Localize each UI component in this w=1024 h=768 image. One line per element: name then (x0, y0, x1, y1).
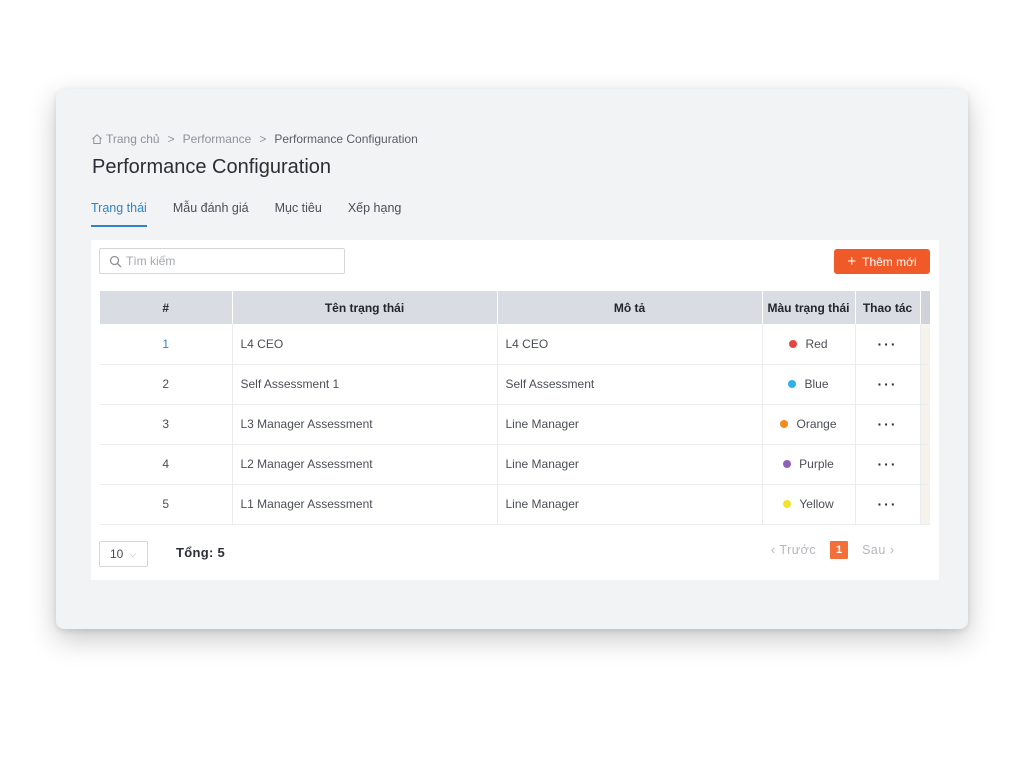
cell-desc: Line Manager (497, 444, 763, 485)
color-dot-icon (783, 459, 792, 468)
header-color[interactable]: Màu trạng thái (762, 291, 856, 324)
cell-desc: Line Manager (497, 404, 763, 445)
cell-color: Blue (762, 364, 856, 405)
chevron-right-icon: › (889, 543, 895, 557)
breadcrumb-current: Performance Configuration (274, 132, 418, 146)
app-window: Trang chủ > Performance > Performance Co… (56, 89, 968, 629)
home-icon[interactable] (91, 133, 103, 145)
search-box[interactable] (99, 248, 345, 274)
page-size-select[interactable]: 10 ⌵ (99, 541, 148, 567)
cell-desc: Line Manager (497, 484, 763, 525)
row-actions-button[interactable]: ··· (855, 484, 921, 525)
cell-name: Self Assessment 1 (232, 364, 498, 405)
color-label: Orange (796, 417, 837, 431)
row-actions-button[interactable]: ··· (855, 364, 921, 405)
row-actions-button[interactable]: ··· (855, 444, 921, 485)
table-row[interactable]: 1 L4 CEO L4 CEO Red ··· (100, 324, 930, 365)
cell-name: L3 Manager Assessment (232, 404, 498, 445)
tab-mau-danh-gia[interactable]: Mẫu đánh giá (173, 200, 249, 227)
table-scrollbar-gutter (920, 484, 930, 525)
table-scrollbar-gutter (920, 291, 930, 324)
header-num[interactable]: # (100, 291, 233, 324)
pagination: ‹ Trước 1 Sau › (771, 541, 894, 559)
color-label: Blue (804, 377, 829, 391)
total-count: Tổng: 5 (176, 545, 226, 560)
tab-xep-hang[interactable]: Xếp hạng (348, 200, 402, 227)
color-dot-icon (783, 499, 792, 508)
cell-color: Yellow (762, 484, 856, 525)
cell-num: 2 (100, 364, 233, 405)
cell-name: L2 Manager Assessment (232, 444, 498, 485)
cell-color: Orange (762, 404, 856, 445)
table-scrollbar-gutter (920, 444, 930, 485)
breadcrumb-separator: > (259, 132, 267, 146)
tab-bar: Trạng thái Mẫu đánh giá Mục tiêu Xếp hạn… (91, 200, 427, 227)
status-table: # Tên trạng thái Mô tả Màu trạng thái Th… (100, 291, 930, 525)
page-title: Performance Configuration (92, 156, 332, 178)
tab-trang-thai[interactable]: Trạng thái (91, 200, 147, 227)
header-action[interactable]: Thao tác (855, 291, 921, 324)
table-row[interactable]: 4 L2 Manager Assessment Line Manager Pur… (100, 444, 930, 485)
cell-desc: Self Assessment (497, 364, 763, 405)
color-dot-icon (788, 379, 797, 388)
breadcrumb-performance[interactable]: Performance (183, 132, 252, 146)
color-label: Red (805, 336, 828, 351)
breadcrumb: Trang chủ > Performance > Performance Co… (91, 132, 418, 146)
row-actions-button[interactable]: ··· (855, 404, 921, 445)
cell-desc: L4 CEO (497, 324, 763, 365)
plus-icon: + (847, 253, 857, 270)
search-icon (109, 255, 122, 267)
next-page-label: Sau (862, 543, 886, 557)
breadcrumb-separator: > (167, 132, 175, 146)
cell-num: 4 (100, 444, 233, 485)
row-actions-button[interactable]: ··· (855, 324, 921, 365)
page-size-value: 10 (110, 547, 124, 561)
header-desc[interactable]: Mô tả (497, 291, 763, 324)
cell-num: 1 (100, 324, 233, 365)
cell-color: Purple (762, 444, 856, 485)
table-row[interactable]: 5 L1 Manager Assessment Line Manager Yel… (100, 484, 930, 525)
table-scrollbar-gutter (920, 404, 930, 445)
prev-page-button[interactable]: ‹ Trước (771, 543, 816, 557)
color-label: Purple (799, 457, 834, 471)
next-page-button[interactable]: Sau › (862, 543, 894, 557)
table-scrollbar-gutter (920, 324, 930, 365)
color-dot-icon (789, 339, 798, 348)
table-scrollbar-gutter (920, 364, 930, 405)
add-new-button[interactable]: + Thêm mới (834, 249, 930, 274)
table-header-row: # Tên trạng thái Mô tả Màu trạng thái Th… (100, 291, 930, 324)
color-dot-icon (780, 419, 789, 428)
table-row[interactable]: 2 Self Assessment 1 Self Assessment Blue… (100, 364, 930, 405)
header-name[interactable]: Tên trạng thái (232, 291, 498, 324)
cell-name: L4 CEO (232, 324, 498, 365)
cell-num: 5 (100, 484, 233, 525)
cell-name: L1 Manager Assessment (232, 484, 498, 525)
cell-num: 3 (100, 404, 233, 445)
breadcrumb-home[interactable]: Trang chủ (106, 132, 160, 146)
content-panel: + Thêm mới # Tên trạng thái Mô tả Màu tr… (91, 240, 939, 580)
chevron-left-icon: ‹ (771, 543, 776, 557)
cell-color: Red (762, 324, 856, 365)
chevron-down-icon: ⌵ (129, 548, 137, 559)
color-label: Yellow (799, 497, 834, 511)
tab-muc-tieu[interactable]: Mục tiêu (275, 200, 322, 227)
prev-page-label: Trước (779, 543, 817, 557)
page-number-button[interactable]: 1 (830, 541, 849, 559)
add-new-label: Thêm mới (862, 254, 917, 269)
search-input[interactable] (126, 254, 326, 268)
table-row[interactable]: 3 L3 Manager Assessment Line Manager Ora… (100, 404, 930, 445)
